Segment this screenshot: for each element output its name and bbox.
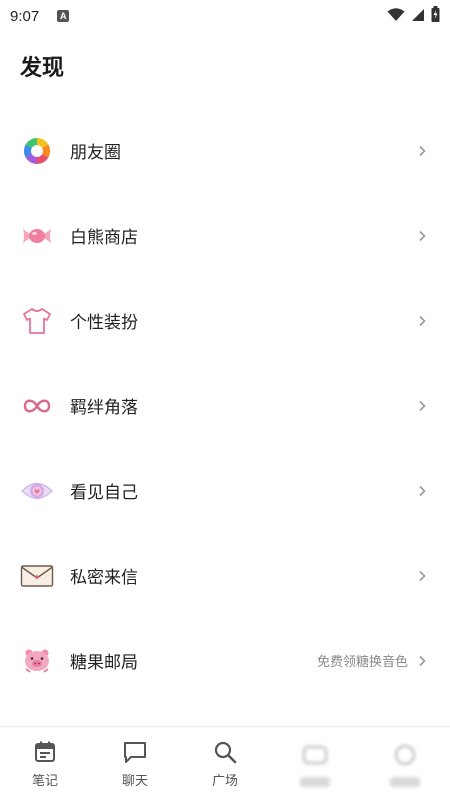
chevron-right-icon — [418, 570, 428, 582]
aperture-icon — [20, 134, 54, 168]
nav-tab-label: 广场 — [211, 774, 238, 789]
menu-item-private-letter[interactable]: 私密来信 — [0, 533, 450, 618]
menu-item-see-yourself[interactable]: 看见自己 — [0, 448, 450, 533]
menu-item-label: 个性装扮 — [70, 313, 138, 333]
nav-tab-obscured-2[interactable] — [360, 727, 450, 800]
status-time: 9:07 — [10, 7, 40, 25]
obscured-label — [390, 776, 420, 787]
menu-item-moments[interactable]: 朋友圈 — [0, 108, 450, 193]
page-title: 发现 — [20, 56, 65, 81]
chat-bubble-icon — [121, 738, 149, 766]
menu-item-label: 看见自己 — [70, 483, 138, 503]
nav-tab-label: 笔记 — [31, 774, 58, 789]
menu-item-bond-corner[interactable]: 羁绊角落 — [0, 363, 450, 448]
tshirt-icon — [20, 304, 54, 338]
nav-tab-label: 聊天 — [121, 774, 148, 789]
menu-item-personal-dressup[interactable]: 个性装扮 — [0, 278, 450, 363]
envelope-icon — [20, 559, 54, 593]
obscured-icon — [301, 741, 329, 769]
chevron-right-icon — [418, 145, 428, 157]
obscured-label — [300, 776, 330, 787]
signal-icon — [411, 7, 425, 26]
calendar-icon — [31, 738, 59, 766]
search-icon — [211, 738, 239, 766]
nav-tab-obscured-1[interactable] — [270, 727, 360, 800]
infinity-icon — [20, 389, 54, 423]
wifi-icon — [387, 7, 405, 26]
nav-tab-notes[interactable]: 笔记 — [0, 727, 90, 800]
bottom-nav: 笔记 聊天 广场 — [0, 727, 450, 800]
app-notification-icon: A — [57, 10, 70, 22]
chevron-right-icon — [418, 230, 428, 242]
status-icons — [387, 6, 440, 26]
candy-icon — [20, 219, 54, 253]
chevron-right-icon — [418, 485, 428, 497]
discover-menu: 朋友圈 白熊商店 个性装扮 羁绊角落 看见自己 私密来信 糖果邮局 免费领糖换音… — [0, 108, 450, 703]
menu-item-candy-post[interactable]: 糖果邮局 免费领糖换音色 — [0, 618, 450, 703]
obscured-icon — [391, 741, 419, 769]
candy-post-promo-text: 免费领糖换音色 — [316, 655, 408, 670]
nav-tab-chat[interactable]: 聊天 — [90, 727, 180, 800]
discover-screen: 9:07 A 发现 朋友圈 白熊商店 个性装扮 羁绊角落 看见自己 私密来信 糖… — [0, 0, 450, 800]
chevron-right-icon — [418, 400, 428, 412]
menu-item-label: 糖果邮局 — [70, 653, 138, 673]
menu-item-label: 私密来信 — [70, 568, 138, 588]
chevron-right-icon — [418, 655, 428, 667]
eye-icon — [20, 474, 54, 508]
pig-icon — [20, 644, 54, 678]
menu-item-bear-shop[interactable]: 白熊商店 — [0, 193, 450, 278]
menu-item-label: 白熊商店 — [70, 228, 138, 248]
status-bar: 9:07 A — [0, 0, 450, 32]
menu-item-label: 羁绊角落 — [70, 398, 138, 418]
nav-tab-square[interactable]: 广场 — [180, 727, 270, 800]
battery-icon — [431, 6, 440, 26]
menu-item-label: 朋友圈 — [70, 143, 121, 163]
chevron-right-icon — [418, 315, 428, 327]
